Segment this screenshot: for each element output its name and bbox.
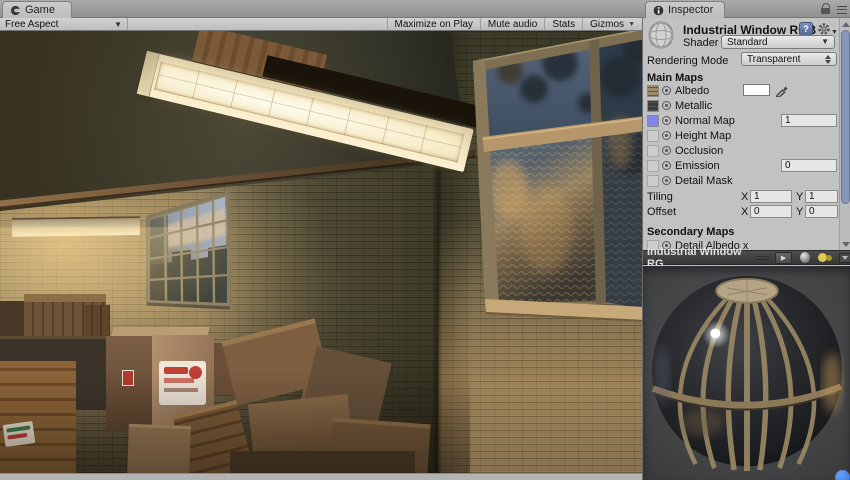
mute-audio-label: Mute audio	[487, 18, 538, 30]
editor-tab-bar: Game Inspector	[0, 0, 850, 18]
map-label-normal-map: Normal Map	[675, 114, 735, 127]
tiling-x-field[interactable]	[750, 190, 792, 203]
stats-button[interactable]: Stats	[544, 18, 582, 30]
texture-target-icon[interactable]	[662, 146, 671, 155]
chevron-down-icon: ▼	[821, 37, 829, 46]
detail-mask-thumbnail[interactable]	[647, 174, 659, 187]
albedo-thumbnail[interactable]	[647, 84, 659, 97]
scroll-up-icon[interactable]	[842, 22, 850, 27]
height-map-thumbnail[interactable]	[647, 129, 659, 142]
preview-sphere-toggle-icon[interactable]	[799, 252, 811, 263]
material-preview-area[interactable]	[643, 266, 850, 480]
aspect-dropdown-value: Free Aspect	[5, 18, 59, 30]
shader-dropdown-value: Standard	[727, 36, 768, 48]
map-label-metallic: Metallic	[675, 99, 713, 112]
chevron-down-icon: ▼	[114, 19, 122, 29]
game-viewport[interactable]	[0, 31, 642, 473]
tab-inspector[interactable]: Inspector	[645, 1, 725, 18]
occlusion-thumbnail[interactable]	[647, 144, 659, 157]
offset-label: Offset	[647, 205, 677, 218]
tab-game[interactable]: Game	[2, 1, 72, 18]
rendering-mode-value: Transparent	[747, 53, 801, 65]
offset-x-field[interactable]	[750, 205, 792, 218]
asset-badge-icon	[835, 470, 850, 480]
status-bar	[0, 473, 642, 480]
mute-audio-button[interactable]: Mute audio	[479, 18, 544, 30]
aspect-dropdown[interactable]: Free Aspect ▼	[0, 18, 128, 30]
map-label-height-map: Height Map	[675, 129, 732, 142]
game-view-toolbar: Free Aspect ▼ Maximize on Play Mute audi…	[0, 18, 642, 31]
gizmos-button[interactable]: Gizmos ▼	[582, 18, 642, 30]
map-label-occlusion: Occlusion	[675, 144, 724, 157]
tab-menu-icon[interactable]	[837, 5, 847, 14]
material-preview-header[interactable]: Industrial Window RG ▶	[643, 246, 850, 270]
gear-icon[interactable]: ▼	[817, 22, 838, 36]
maximize-on-play-button[interactable]: Maximize on Play	[386, 18, 480, 30]
texture-target-icon[interactable]	[662, 176, 671, 185]
game-view-icon	[10, 5, 21, 15]
scene-left-window	[146, 191, 232, 310]
material-preview-sphere	[651, 275, 843, 471]
offset-y-label: Y	[796, 205, 804, 218]
shader-label: Shader	[683, 37, 719, 49]
texture-target-icon[interactable]	[662, 116, 671, 125]
lock-icon[interactable]	[821, 3, 831, 15]
scrollbar-thumb[interactable]	[841, 30, 850, 204]
texture-target-icon[interactable]	[662, 161, 671, 170]
map-label-albedo: Albedo	[675, 84, 710, 97]
metallic-thumbnail[interactable]	[647, 99, 659, 112]
scroll-down-icon[interactable]	[842, 242, 850, 247]
emission-thumbnail[interactable]	[647, 159, 659, 172]
inspector-panel: Industrial Window RGB ? ▼ Shader Standar…	[642, 18, 850, 480]
texture-target-icon[interactable]	[662, 131, 671, 140]
tiling-y-label: Y	[796, 190, 804, 203]
tiling-y-field[interactable]	[805, 190, 838, 203]
help-icon[interactable]: ?	[799, 22, 813, 36]
offset-y-field[interactable]	[805, 205, 838, 218]
preview-lighting-toggle-icon[interactable]	[818, 252, 833, 263]
maximize-on-play-label: Maximize on Play	[394, 18, 473, 30]
material-sphere-icon	[648, 21, 674, 49]
albedo-color-swatch[interactable]	[743, 84, 770, 96]
map-label-emission: Emission	[675, 159, 720, 172]
stats-label: Stats	[552, 18, 576, 30]
tiling-label: Tiling	[647, 190, 673, 203]
scene-wall-light	[11, 216, 141, 237]
normal-map-strength-field[interactable]	[781, 114, 837, 127]
texture-target-icon[interactable]	[662, 86, 671, 95]
scene-right-window	[472, 31, 642, 322]
preview-play-button[interactable]: ▶	[775, 251, 792, 264]
gizmos-label: Gizmos	[590, 18, 625, 30]
preview-menu-icon[interactable]	[838, 252, 850, 263]
offset-x-label: X	[741, 205, 749, 218]
inspector-icon	[653, 5, 664, 15]
tab-inspector-label: Inspector	[668, 4, 714, 16]
rendering-mode-label: Rendering Mode	[647, 54, 729, 67]
unity-editor-window: { "game_panel": { "tab_label": "Game", "…	[0, 0, 850, 480]
enum-updown-icon	[825, 54, 831, 64]
main-maps-header: Main Maps	[647, 71, 704, 84]
map-label-detail-mask: Detail Mask	[675, 174, 733, 187]
tiling-x-label: X	[741, 190, 749, 203]
chevron-down-icon: ▼	[628, 20, 635, 28]
secondary-maps-header: Secondary Maps	[647, 225, 735, 238]
tab-game-label: Game	[25, 4, 55, 16]
inspector-scrollbar[interactable]	[839, 18, 850, 250]
texture-target-icon[interactable]	[662, 101, 671, 110]
emission-value-field[interactable]	[781, 159, 837, 172]
shader-dropdown[interactable]: Standard ▼	[721, 35, 835, 49]
eyedropper-icon[interactable]	[775, 83, 789, 97]
drag-handle-icon[interactable]	[756, 255, 770, 260]
normal-map-thumbnail[interactable]	[647, 114, 659, 127]
rendering-mode-dropdown[interactable]: Transparent	[741, 52, 837, 66]
